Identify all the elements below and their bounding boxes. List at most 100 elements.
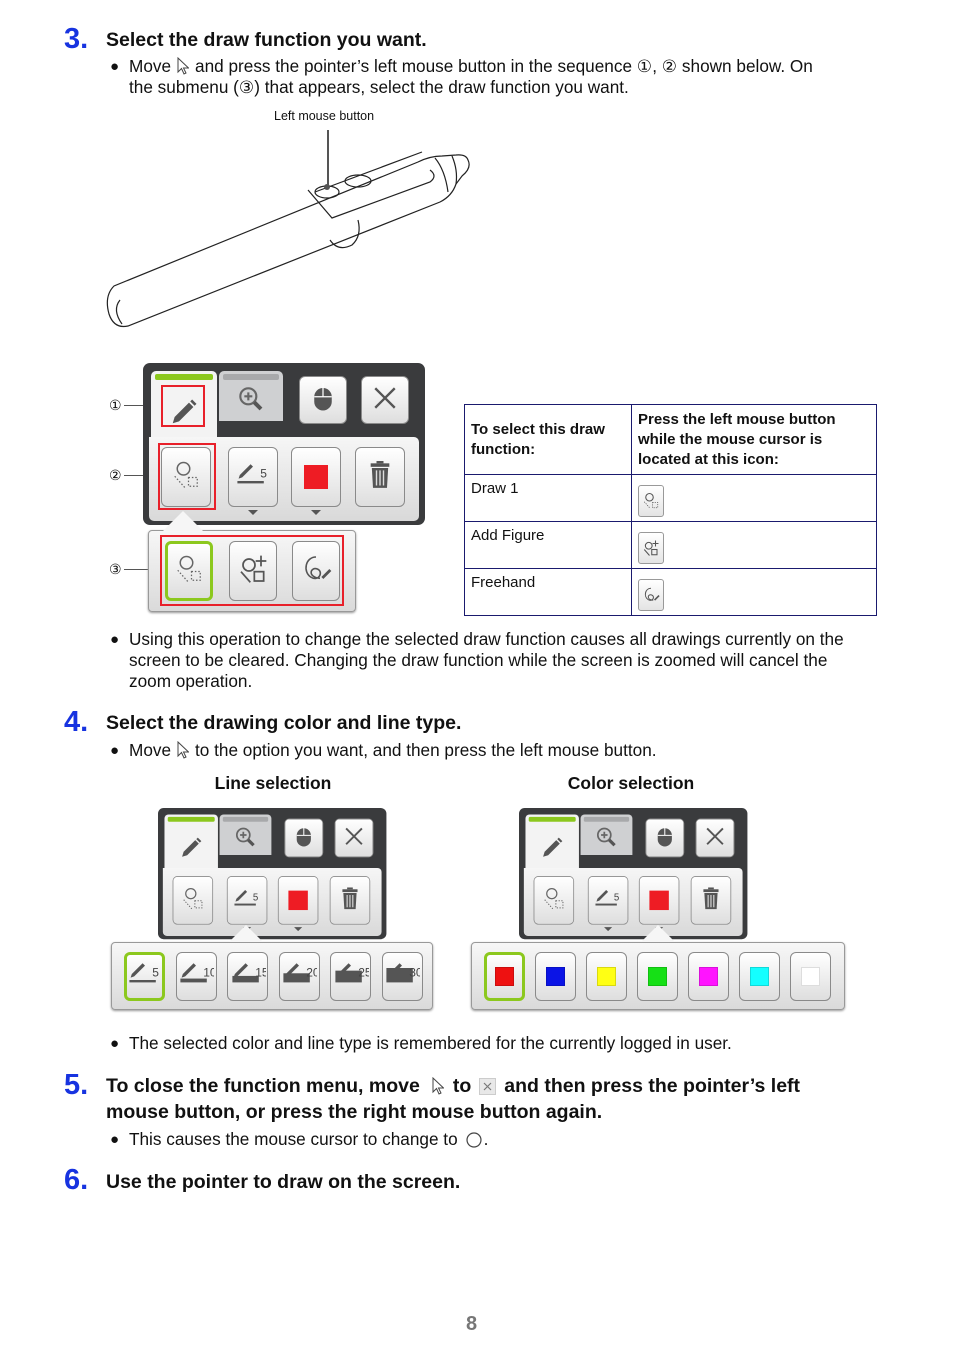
draw1-icon (638, 485, 664, 517)
color-swatch (699, 967, 718, 986)
tab-zoom[interactable] (219, 814, 272, 855)
line-width-option[interactable]: 10 (175, 952, 217, 1001)
dropdown-arrow-icon (248, 510, 258, 515)
table-cell-icon (631, 568, 877, 616)
tab-draw[interactable] (525, 814, 579, 873)
line-width-option[interactable]: 25 (330, 952, 371, 1001)
dropdown-arrow-icon (311, 510, 321, 515)
line-width-option[interactable]: 30 (381, 952, 423, 1001)
color-swatch (750, 967, 769, 986)
line-width-option[interactable]: 20 (278, 952, 320, 1001)
line-width-icon: 5 (233, 886, 262, 914)
table-cell-icon (631, 474, 877, 522)
draw-function-table: To select this draw function: Press the … (464, 404, 877, 616)
draw-function-button[interactable] (172, 876, 214, 925)
color-swatch (649, 890, 669, 911)
color-swatch (597, 967, 616, 986)
close-menu-button[interactable] (361, 376, 409, 424)
tab-indicator (222, 816, 269, 822)
marker-2: ② (109, 467, 122, 483)
trash-icon (340, 886, 359, 914)
color-option[interactable] (688, 952, 729, 1001)
tab-draw[interactable] (164, 814, 218, 873)
tab-zoom[interactable] (219, 371, 283, 421)
zoom-in-icon (235, 383, 267, 420)
submenu-pointer (163, 511, 203, 531)
active-tab-indicator (528, 816, 576, 822)
color-option[interactable] (739, 952, 780, 1001)
color-button[interactable] (291, 447, 341, 507)
table-header-row: To select this draw function: Press the … (464, 404, 877, 475)
note-line: zoom operation. (129, 671, 253, 691)
line-width-option[interactable]: 15 (227, 952, 268, 1001)
table-cell-function: Freehand (464, 568, 632, 616)
close-icon (479, 1077, 497, 1102)
svg-text:10: 10 (203, 965, 214, 979)
note-line: The selected color and line type is reme… (129, 1033, 732, 1053)
color-swatch (304, 465, 328, 489)
clear-button[interactable] (690, 876, 732, 925)
bullet: ● (110, 1131, 120, 1148)
color-swatch (801, 967, 820, 986)
color-option[interactable] (484, 952, 525, 1001)
dropdown-arrow-icon (294, 927, 303, 932)
note-line: This causes the mouse cursor to change t… (129, 1129, 488, 1153)
line-width-icon: 25 (333, 959, 371, 994)
dropdown-arrow-icon (604, 927, 613, 932)
bullet: ● (110, 742, 120, 759)
close-menu-button[interactable] (334, 818, 374, 858)
color-option[interactable] (637, 952, 678, 1001)
mouse-mode-button[interactable] (645, 818, 685, 858)
color-swatch (288, 890, 308, 911)
close-menu-button[interactable] (695, 818, 735, 858)
line-type-button[interactable]: 5 (226, 876, 268, 925)
mouse-mode-button[interactable] (299, 376, 347, 424)
bullet: ● (110, 1035, 120, 1052)
tab-indicator (223, 374, 279, 380)
cursor-arrow-icon (177, 740, 190, 764)
table-header: Press the left mouse button while the mo… (631, 404, 877, 475)
svg-text:5: 5 (152, 965, 159, 979)
highlight-box (158, 443, 216, 510)
draw-shape-icon (181, 886, 205, 914)
clear-button[interactable] (329, 876, 371, 925)
line-width-icon: 5 (235, 460, 271, 495)
active-tab-indicator (167, 816, 215, 822)
mouse-mode-button[interactable] (284, 818, 324, 858)
table-row: Freehand (464, 568, 877, 616)
zoom-in-icon (233, 824, 259, 854)
trash-icon (368, 460, 392, 494)
color-option[interactable] (535, 952, 576, 1001)
draw-function-button[interactable] (533, 876, 575, 925)
line-width-option[interactable]: 5 (124, 952, 165, 1001)
line-width-icon: 5 (127, 959, 163, 994)
svg-text:5: 5 (614, 892, 619, 903)
mouse-icon (310, 382, 336, 418)
color-option[interactable] (790, 952, 831, 1001)
svg-text:30: 30 (409, 965, 420, 979)
color-button[interactable] (277, 876, 319, 925)
highlight-box (161, 385, 205, 427)
step-heading: Use the pointer to draw on the screen. (106, 1171, 461, 1193)
color-swatch (546, 967, 565, 986)
highlight-box (160, 535, 344, 606)
marker-1: ① (109, 397, 122, 413)
clear-button[interactable] (355, 447, 405, 507)
submenu-pointer (229, 925, 263, 942)
draw-shape-icon (542, 886, 566, 914)
pencil-icon (540, 836, 564, 864)
line-type-button[interactable]: 5 (587, 876, 629, 925)
color-button[interactable] (638, 876, 680, 925)
close-icon (704, 825, 725, 850)
zoom-in-icon (594, 824, 620, 854)
marker-3: ③ (109, 561, 122, 577)
line-width-icon: 30 (384, 959, 423, 994)
step-number: 5. (64, 1069, 89, 1101)
draw-toolbar: 5 (143, 363, 425, 525)
color-selection-label: Color selection (567, 773, 695, 793)
tab-zoom[interactable] (580, 814, 633, 855)
callout-label: Left mouse button (274, 109, 375, 123)
line-type-button[interactable]: 5 (228, 447, 278, 507)
color-option[interactable] (586, 952, 627, 1001)
active-tab-indicator (155, 374, 213, 380)
